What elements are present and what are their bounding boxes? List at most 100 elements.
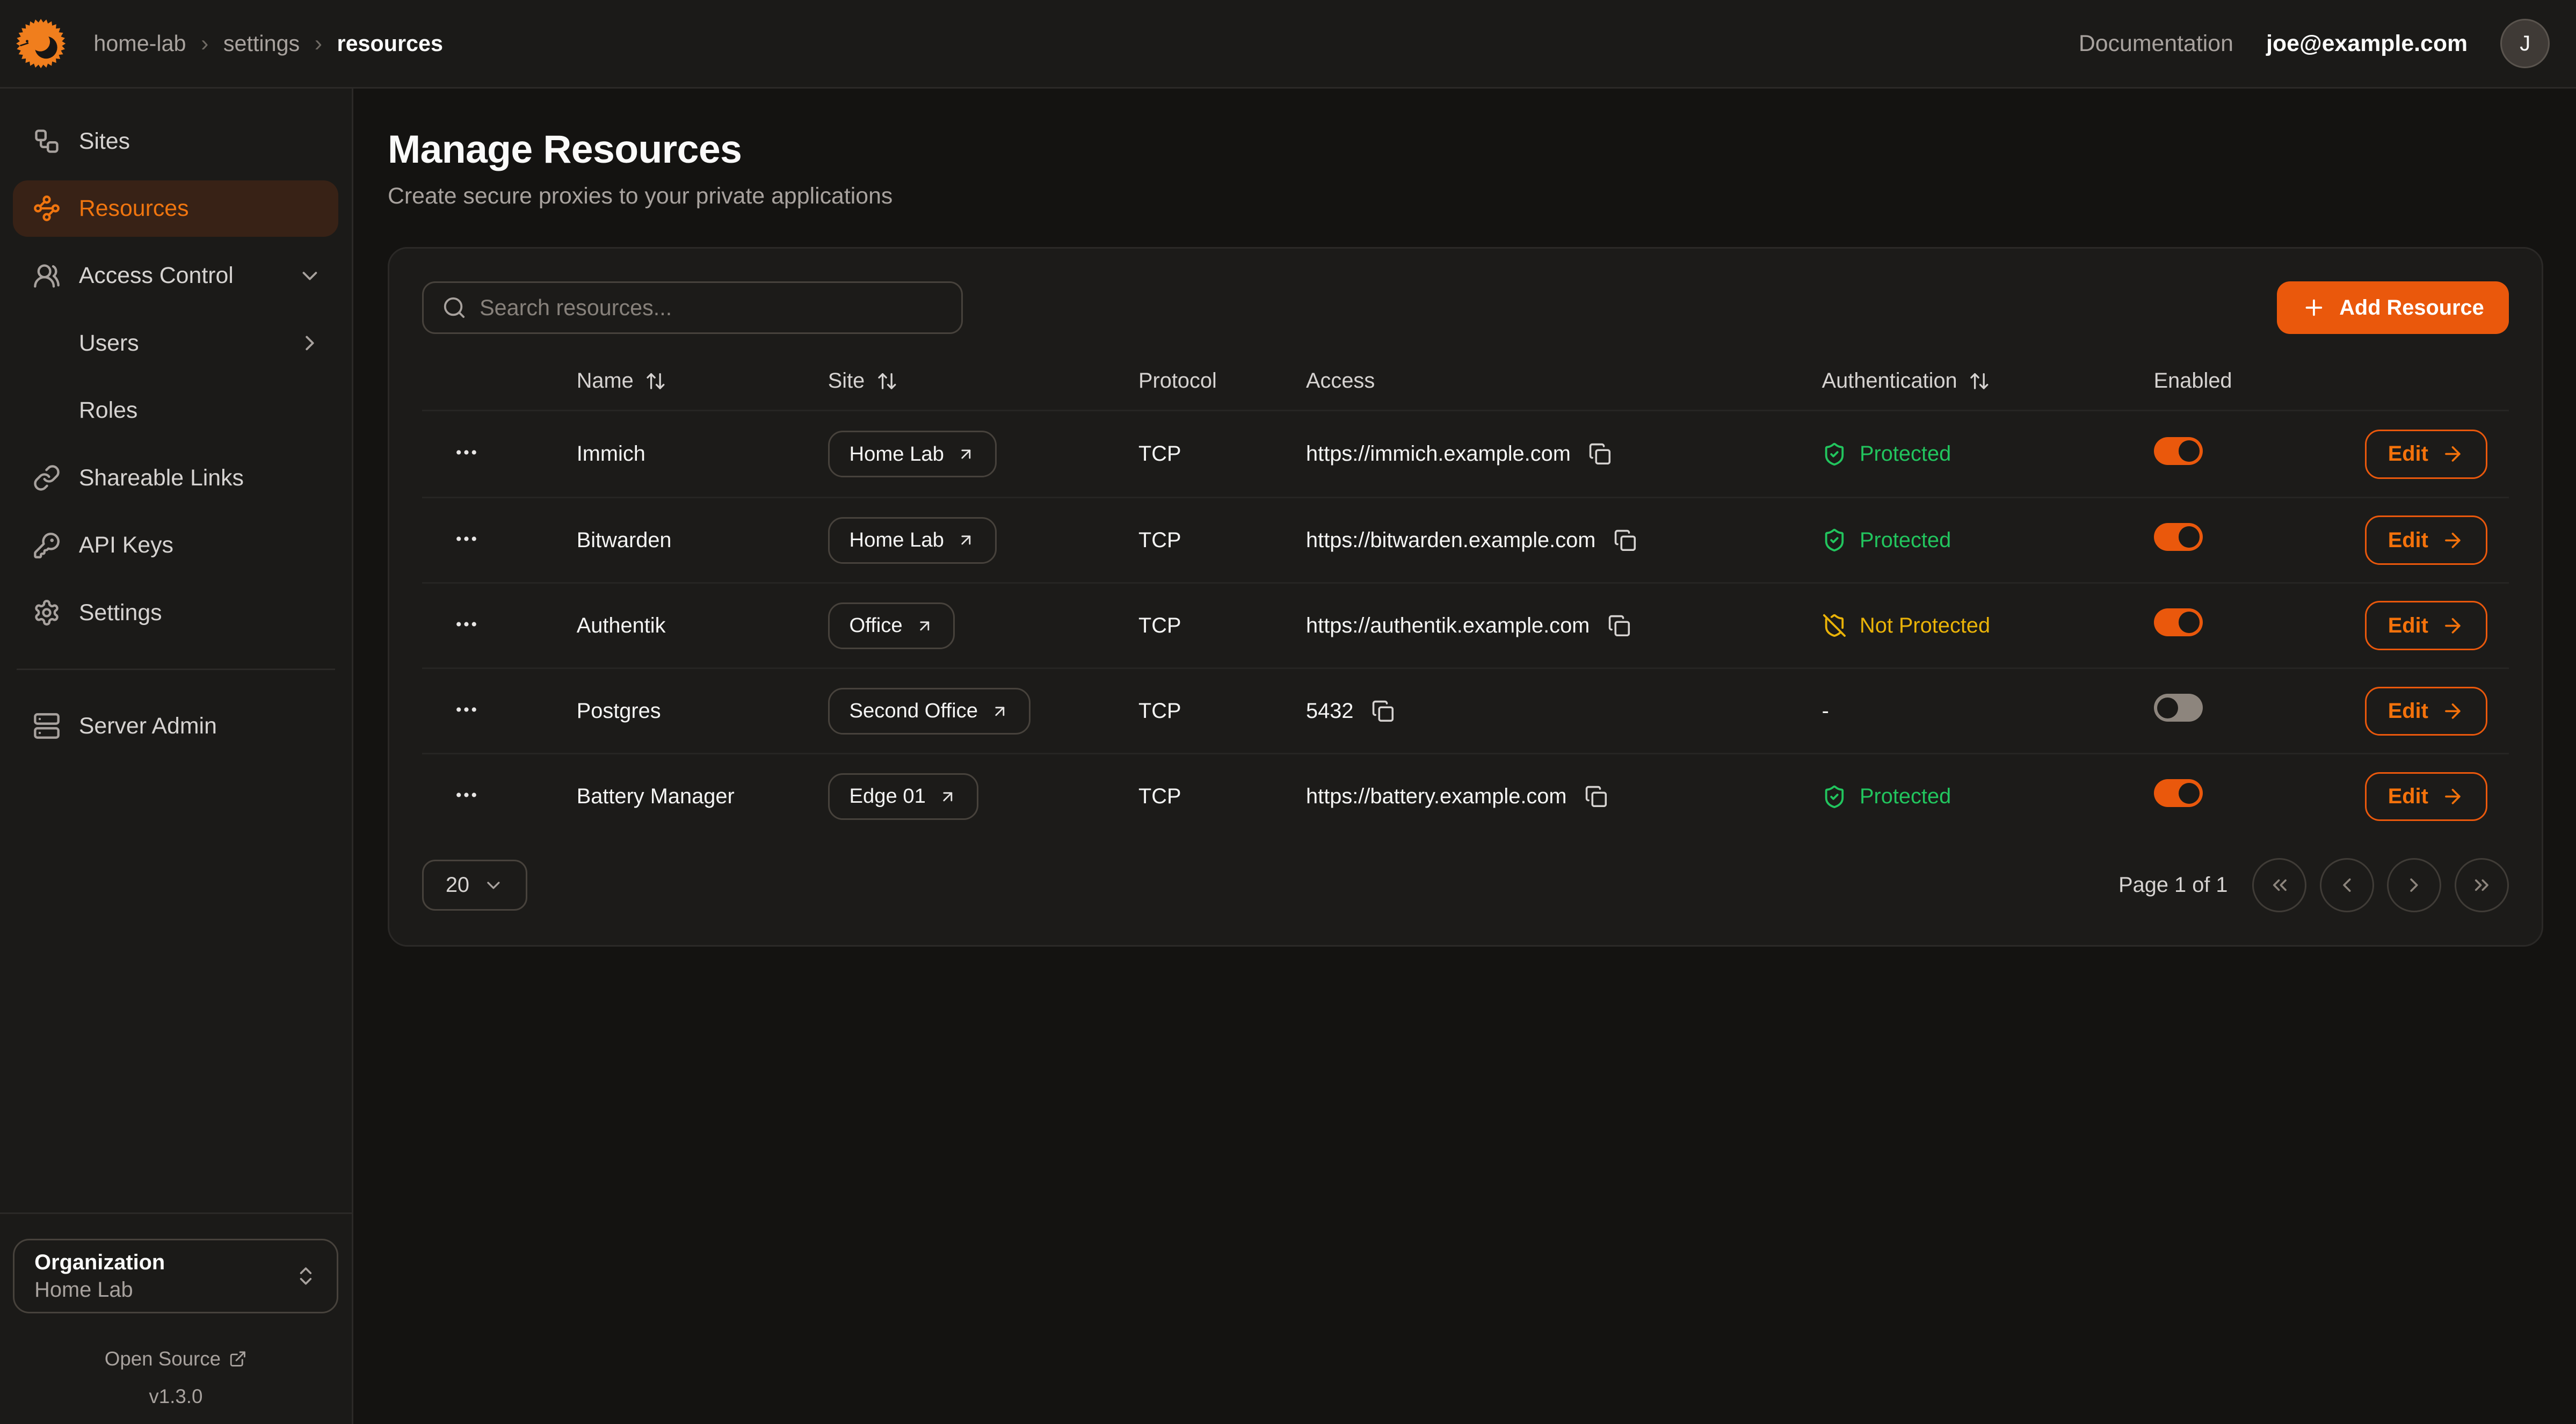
toggle-knob — [2179, 526, 2200, 548]
pagination-bar: 20 Page 1 of 1 — [422, 858, 2509, 912]
workflow-icon-slot — [33, 127, 61, 155]
sidebar-item-users[interactable]: Users — [13, 315, 338, 371]
settings-icon-slot — [33, 599, 61, 627]
sidebar-item-api-keys[interactable]: API Keys — [13, 518, 338, 573]
sidebar-item-resources[interactable]: Resources — [13, 180, 338, 236]
last-page-button[interactable] — [2455, 858, 2509, 912]
shield-off-icon — [1822, 613, 1847, 638]
enabled-toggle[interactable] — [2154, 437, 2203, 465]
row-menu-button[interactable] — [450, 436, 483, 469]
avatar[interactable]: J — [2500, 19, 2550, 68]
arrow-right-icon — [2441, 700, 2464, 723]
breadcrumb-item-home-lab[interactable]: home-lab — [93, 31, 186, 56]
protocol: TCP — [1138, 784, 1306, 809]
sidebar-item-label: Server Admin — [79, 713, 217, 739]
copy-button[interactable] — [1605, 611, 1634, 641]
row-menu-button[interactable] — [450, 608, 483, 641]
enabled-toggle[interactable] — [2154, 608, 2203, 636]
edit-button[interactable]: Edit — [2365, 430, 2487, 479]
column-header-name[interactable]: Name — [577, 369, 828, 393]
copy-button[interactable] — [1581, 782, 1611, 811]
breadcrumb-item-settings[interactable]: settings — [223, 31, 300, 56]
first-page-button[interactable] — [2252, 858, 2306, 912]
next-page-button[interactable] — [2387, 858, 2441, 912]
key-round-icon — [33, 532, 61, 560]
ellipsis-icon — [453, 696, 480, 723]
access-link[interactable]: https://battery.example.com — [1306, 784, 1567, 809]
toggle-knob — [2179, 783, 2200, 804]
protocol: TCP — [1138, 442, 1306, 466]
access-link[interactable]: 5432 — [1306, 699, 1353, 723]
page-size-value: 20 — [446, 873, 469, 897]
plus-icon — [2302, 295, 2326, 320]
resource-name: Authentik — [577, 614, 828, 638]
row-menu-button[interactable] — [450, 693, 483, 726]
frame: Sites Resources Access Control Users Roles Sh… — [0, 89, 2576, 1424]
sidebar-item-settings[interactable]: Settings — [13, 585, 338, 641]
search-box[interactable] — [422, 281, 963, 334]
breadcrumb-separator: › — [315, 31, 322, 57]
page-title: Manage Resources — [388, 127, 2543, 172]
edit-button[interactable]: Edit — [2365, 687, 2487, 736]
access-link[interactable]: https://authentik.example.com — [1306, 614, 1590, 638]
pager-buttons — [2252, 858, 2508, 912]
resources-table: NameSiteProtocolAccessAuthenticationEnab… — [422, 352, 2509, 839]
pangolin-logo[interactable] — [10, 12, 72, 75]
auth-status: Protected — [1822, 528, 2154, 553]
access-link[interactable]: https://immich.example.com — [1306, 442, 1571, 466]
sidebar-divider — [17, 669, 336, 670]
column-header-authentication[interactable]: Authentication — [1822, 369, 2154, 393]
search-input[interactable] — [480, 295, 943, 321]
previous-page-button[interactable] — [2320, 858, 2374, 912]
page-subtitle: Create secure proxies to your private ap… — [388, 183, 2543, 209]
enabled-toggle[interactable] — [2154, 523, 2203, 551]
site-badge[interactable]: Edge 01 — [828, 773, 978, 820]
sidebar-item-roles[interactable]: Roles — [13, 383, 338, 439]
link-icon — [33, 464, 61, 492]
enabled-toggle[interactable] — [2154, 694, 2203, 722]
add-resource-button[interactable]: Add Resource — [2277, 281, 2509, 334]
sidebar-item-server-admin[interactable]: Server Admin — [13, 698, 338, 754]
pager-right: Page 1 of 1 — [2118, 858, 2509, 912]
table-row: Battery ManagerEdge 01TCPhttps://battery… — [422, 753, 2509, 838]
site-badge[interactable]: Office — [828, 602, 955, 649]
protocol: TCP — [1138, 614, 1306, 638]
main-content: Manage Resources Create secure proxies t… — [353, 89, 2576, 1424]
chevron-right-icon — [2403, 874, 2426, 897]
chevron-left-icon — [2335, 874, 2359, 897]
organization-selector[interactable]: Organization Home Lab — [13, 1239, 338, 1313]
copy-button[interactable] — [1610, 526, 1640, 555]
copy-button[interactable] — [1368, 696, 1398, 726]
edit-button[interactable]: Edit — [2365, 601, 2487, 650]
sidebar-item-sites[interactable]: Sites — [13, 113, 338, 169]
sidebar-item-access-control[interactable]: Access Control — [13, 248, 338, 304]
protocol: TCP — [1138, 528, 1306, 553]
workflow-icon — [33, 127, 61, 155]
copy-button[interactable] — [1585, 439, 1615, 469]
row-menu-button[interactable] — [450, 522, 483, 555]
auth-status: Protected — [1822, 784, 2154, 809]
row-menu-button[interactable] — [450, 779, 483, 811]
chevrons-up-down-icon-slot — [294, 1265, 317, 1288]
page-size-select[interactable]: 20 — [422, 860, 527, 911]
sidebar-footer: Organization Home Lab Open Source v1.3.0 — [13, 1212, 338, 1407]
arrow-up-down-icon — [1969, 370, 1990, 392]
table-row: ImmichHome LabTCPhttps://immich.example.… — [422, 411, 2509, 497]
add-resource-label: Add Resource — [2339, 296, 2484, 320]
edit-button[interactable]: Edit — [2365, 772, 2487, 822]
sidebar-item-shareable-links[interactable]: Shareable Links — [13, 450, 338, 506]
arrow-right-icon — [2441, 442, 2464, 466]
access-link[interactable]: https://bitwarden.example.com — [1306, 528, 1595, 553]
chevron-right-icon — [297, 331, 322, 355]
documentation-link[interactable]: Documentation — [2079, 31, 2233, 57]
site-badge[interactable]: Home Lab — [828, 431, 997, 477]
open-source-link[interactable]: Open Source — [13, 1348, 338, 1370]
site-badge[interactable]: Home Lab — [828, 517, 997, 564]
edit-button[interactable]: Edit — [2365, 515, 2487, 565]
enabled-toggle[interactable] — [2154, 779, 2203, 807]
column-header-site[interactable]: Site — [828, 369, 1138, 393]
site-badge[interactable]: Second Office — [828, 688, 1031, 735]
copy-icon — [1588, 442, 1612, 466]
waypoints-icon — [33, 194, 61, 222]
column-header-protocol: Protocol — [1138, 369, 1306, 393]
